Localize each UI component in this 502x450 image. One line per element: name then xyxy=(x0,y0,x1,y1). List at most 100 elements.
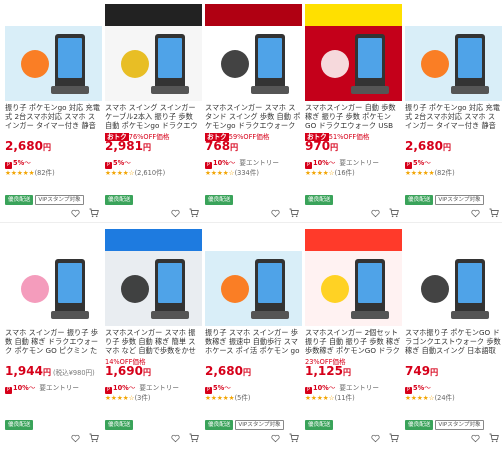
cart-icon[interactable] xyxy=(489,428,499,443)
product-image[interactable] xyxy=(5,4,102,101)
entry-required-link[interactable]: 要エントリー xyxy=(39,384,79,392)
heart-icon[interactable] xyxy=(171,428,180,443)
price-currency: 円 xyxy=(142,143,151,152)
rating[interactable]: ★★★★☆(3件) xyxy=(105,392,151,402)
entry-required-link[interactable]: 要エントリー xyxy=(339,384,379,392)
product-title[interactable]: 振り子 ポケモンgo 対応 充電式 2台スマホ対応 スマホ スインガー タイマー… xyxy=(405,103,502,130)
product-image[interactable] xyxy=(5,229,102,326)
product-title[interactable]: 振り子 スマホ スインガー 歩数稼ぎ 振速中 自動歩行 スマホケース ポイ活 ポ… xyxy=(205,328,302,355)
product-title[interactable]: スマホ振り子 ポケモンGO ドラゴンクエストウォーク 歩数稼ぎ 自動スイング 日… xyxy=(405,328,502,355)
product-card[interactable]: スマホスインガー 自動 歩数稼ぎ 振り子 歩数 ポケモンGO ドラクエウォーク … xyxy=(305,4,402,218)
product-title[interactable]: スマホ スインガー 振り子 歩数 自動 稼ぎ ドラクエウォーク ポケモン GO … xyxy=(5,328,102,355)
cart-icon[interactable] xyxy=(189,428,199,443)
star-icons: ★★★★☆ xyxy=(305,394,335,402)
cart-icon[interactable] xyxy=(489,203,499,218)
points-suffix: 〜 xyxy=(328,384,336,392)
price-value: 1,944 xyxy=(5,364,43,378)
rating[interactable]: ★★★★☆(334件) xyxy=(205,167,259,177)
review-count[interactable]: (2,610件) xyxy=(135,169,166,177)
cart-icon[interactable] xyxy=(189,203,199,218)
price-value: 1,690 xyxy=(105,364,143,378)
shipping-badge: 優良配送 xyxy=(405,420,434,430)
price: 749円 xyxy=(405,364,438,378)
review-count[interactable]: (24件) xyxy=(435,394,455,402)
price-currency: 円 xyxy=(442,143,451,152)
product-title[interactable]: スマホスインガー スマホ 振り子 歩数 自動 稼ぎ 簡単 スマホ など 自動で歩… xyxy=(105,328,202,355)
product-card[interactable]: スマホ スイング スインガー ケーブル2本入 振り子 歩数 自動 ポケモンgo … xyxy=(105,4,202,218)
product-card[interactable]: スマホスインガー スマホ 振り子 歩数 自動 稼ぎ 簡単 スマホ など 自動で歩… xyxy=(105,229,202,443)
product-card[interactable]: 振り子 ポケモンgo 対応 充電式 2台スマホ対応 スマホ スインガー タイマー… xyxy=(405,4,502,218)
cart-icon[interactable] xyxy=(289,428,299,443)
points-rate: 10% xyxy=(113,384,129,392)
cart-icon[interactable] xyxy=(89,203,99,218)
price-value: 970 xyxy=(305,139,331,153)
product-card[interactable]: 振り子 スマホ スインガー 歩数稼ぎ 振速中 自動歩行 スマホケース ポイ活 ポ… xyxy=(205,229,302,443)
price-currency: 円 xyxy=(42,143,51,152)
product-image[interactable] xyxy=(205,4,302,101)
product-title[interactable]: スマホスインガー 自動 歩数稼ぎ 振り子 歩数 ポケモンGO ドラクエウォーク … xyxy=(305,103,402,130)
product-card[interactable]: スマホスインガー 2個セット 振り子 自動 振り子 歩数 稼ぎ 歩数稼ぎ ポケモ… xyxy=(305,229,402,443)
cart-icon[interactable] xyxy=(389,428,399,443)
star-icons: ★★★★☆ xyxy=(105,394,135,402)
price-currency: 円 xyxy=(430,368,439,377)
product-card[interactable]: スマホスインガー スマホ スタンド スイング 歩数 自動 ポケモンgo ドラクエ… xyxy=(205,4,302,218)
cart-icon[interactable] xyxy=(389,203,399,218)
star-icons: ★★★★☆ xyxy=(405,394,435,402)
product-image[interactable] xyxy=(105,4,202,101)
rating[interactable]: ★★★★★(5件) xyxy=(205,392,251,402)
product-image[interactable] xyxy=(205,229,302,326)
points-rate: 5% xyxy=(413,159,425,167)
price-value: 768 xyxy=(205,139,231,153)
product-card[interactable]: スマホ振り子 ポケモンGO ドラゴンクエストウォーク 歩数稼ぎ 自動スイング 日… xyxy=(405,229,502,443)
heart-icon[interactable] xyxy=(71,428,80,443)
rating[interactable]: ★★★★★(82件) xyxy=(5,167,55,177)
heart-icon[interactable] xyxy=(471,203,480,218)
review-count[interactable]: (16件) xyxy=(335,169,355,177)
heart-icon[interactable] xyxy=(271,428,280,443)
points-suffix: 〜 xyxy=(124,159,131,167)
heart-icon[interactable] xyxy=(271,203,280,218)
rating[interactable]: ★★★★☆(11件) xyxy=(305,392,355,402)
product-card[interactable]: 振り子 ポケモンgo 対応 充電式 2台スマホ対応 スマホ スインガー タイマー… xyxy=(5,4,102,218)
heart-icon[interactable] xyxy=(371,428,380,443)
entry-required-link[interactable]: 要エントリー xyxy=(339,159,379,167)
review-count[interactable]: (334件) xyxy=(235,169,259,177)
review-count[interactable]: (3件) xyxy=(135,394,151,402)
shipping-badge: 優良配送 xyxy=(305,420,334,430)
product-title[interactable]: スマホスインガー 2個セット 振り子 自動 振り子 歩数 稼ぎ 歩数稼ぎ ポケモ… xyxy=(305,328,402,355)
product-image[interactable] xyxy=(105,229,202,326)
rating[interactable]: ★★★★☆(16件) xyxy=(305,167,355,177)
heart-icon[interactable] xyxy=(371,203,380,218)
product-image[interactable] xyxy=(405,229,502,326)
product-image[interactable] xyxy=(405,4,502,101)
rating[interactable]: ★★★★☆(24件) xyxy=(405,392,455,402)
heart-icon[interactable] xyxy=(471,428,480,443)
price-value: 1,125 xyxy=(305,364,343,378)
review-count[interactable]: (82件) xyxy=(435,169,455,177)
cart-icon[interactable] xyxy=(289,203,299,218)
heart-icon[interactable] xyxy=(71,203,80,218)
entry-required-link[interactable]: 要エントリー xyxy=(139,384,179,392)
product-card[interactable]: スマホ スインガー 振り子 歩数 自動 稼ぎ ドラクエウォーク ポケモン GO … xyxy=(5,229,102,443)
price-value: 2,680 xyxy=(5,139,43,153)
entry-required-link[interactable]: 要エントリー xyxy=(239,159,279,167)
card-actions xyxy=(471,203,502,218)
card-actions xyxy=(71,203,102,218)
product-image[interactable] xyxy=(305,229,402,326)
product-title[interactable]: スマホスインガー スマホ スタンド スイング 歩数 自動 ポケモンgo ドラクエ… xyxy=(205,103,302,130)
star-icons: ★★★★☆ xyxy=(205,169,235,177)
price-currency: 円 xyxy=(42,368,51,377)
points-suffix: 〜 xyxy=(24,159,31,167)
product-title[interactable]: スマホ スイング スインガー ケーブル2本入 振り子 歩数 自動 ポケモンgo … xyxy=(105,103,202,130)
badge-row: 優良配送 xyxy=(305,411,335,430)
review-count[interactable]: (11件) xyxy=(335,394,355,402)
review-count[interactable]: (82件) xyxy=(35,169,55,177)
rating[interactable]: ★★★★★(82件) xyxy=(405,167,455,177)
product-title[interactable]: 振り子 ポケモンgo 対応 充電式 2台スマホ対応 スマホ スインガー タイマー… xyxy=(5,103,102,130)
heart-icon[interactable] xyxy=(171,203,180,218)
review-count[interactable]: (5件) xyxy=(235,394,251,402)
star-icons: ★★★★☆ xyxy=(305,169,335,177)
rating[interactable]: ★★★★☆(2,610件) xyxy=(105,167,165,177)
cart-icon[interactable] xyxy=(89,428,99,443)
product-image[interactable] xyxy=(305,4,402,101)
